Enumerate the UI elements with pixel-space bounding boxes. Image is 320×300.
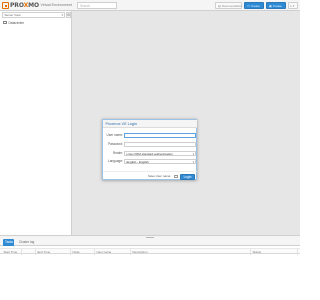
column-start-time[interactable]: Start Time	[2, 249, 22, 255]
realm-select-value: Linux PAM standard authentication	[126, 152, 173, 156]
language-select-value: English - English	[126, 160, 149, 164]
datacenter-icon	[3, 20, 7, 25]
cube-icon: ▣	[269, 4, 272, 8]
username-field[interactable]	[124, 133, 196, 138]
search-input[interactable]: Search	[77, 2, 117, 9]
realm-label: Realm:	[112, 151, 123, 155]
resource-tree-panel: Server View ▾ ⚙ Datacenter	[0, 11, 72, 235]
proxmox-logo-icon	[2, 2, 9, 9]
column-description[interactable]: Description	[131, 249, 251, 255]
logo-text-part1: PRO	[10, 2, 24, 9]
monitor-icon: ▭	[247, 4, 250, 8]
proxmox-logo: PROXMO Virtual Environment	[2, 2, 72, 9]
documentation-button-label: Documentation	[221, 4, 243, 8]
language-label: Language:	[107, 159, 123, 163]
language-row: Language: English - English ▾	[105, 158, 196, 165]
chevron-down-icon: ▾	[192, 160, 194, 164]
gear-icon[interactable]: ⚙	[66, 12, 71, 18]
column-status[interactable]: Status	[251, 249, 298, 255]
realm-row: Realm: Linux PAM standard authentication…	[105, 150, 196, 157]
user-icon: ●	[290, 4, 292, 8]
login-button[interactable]: Login	[180, 173, 195, 180]
chevron-down-icon: ▾	[192, 152, 194, 156]
logo-text: PROXMO	[10, 2, 39, 9]
column-blank[interactable]	[22, 249, 36, 255]
password-field[interactable]	[124, 142, 196, 147]
password-row: Password:	[105, 141, 196, 148]
user-menu-button[interactable]: ●▾	[288, 2, 298, 9]
book-icon: ▤	[218, 4, 221, 8]
tree-item-datacenter[interactable]: Datacenter	[3, 20, 24, 25]
column-end-time[interactable]: End Time	[36, 249, 71, 255]
view-selector-value: Server View	[4, 13, 21, 17]
log-tabs: Tasks Cluster log	[0, 238, 300, 246]
save-username-checkbox[interactable]	[174, 174, 178, 178]
chevron-down-icon: ▾	[61, 13, 63, 17]
create-ct-button[interactable]: ▣Create CT	[266, 2, 286, 14]
save-username-label: Save User name:	[148, 174, 172, 178]
documentation-button[interactable]: ▤Documentation	[215, 2, 242, 9]
password-label: Password:	[108, 142, 123, 146]
login-dialog-title: Proxmox VE Login	[103, 120, 197, 128]
tab-tasks[interactable]: Tasks	[3, 239, 14, 246]
log-panel: Tasks Cluster log Start Time End Time No…	[0, 238, 300, 300]
user-menu-chevron: ▾	[292, 4, 295, 8]
column-user-name[interactable]: User name	[95, 249, 131, 255]
username-row: User name:	[105, 132, 196, 139]
top-toolbar: PROXMO Virtual Environment Search ▤Docum…	[0, 0, 300, 14]
language-select[interactable]: English - English ▾	[124, 159, 196, 164]
column-node[interactable]: Node	[71, 249, 95, 255]
username-label: User name:	[106, 133, 123, 137]
tree-item-label: Datacenter	[8, 20, 25, 25]
realm-select[interactable]: Linux PAM standard authentication ▾	[124, 151, 196, 156]
logo-text-part3: MO	[28, 2, 40, 9]
product-subtitle: Virtual Environment	[40, 3, 72, 7]
tab-cluster-log[interactable]: Cluster log	[17, 239, 37, 246]
login-dialog-footer: Save User name: Login	[103, 171, 197, 180]
view-selector[interactable]: Server View ▾	[2, 12, 65, 18]
tasks-table-header: Start Time End Time Node User name Descr…	[0, 248, 300, 255]
create-vm-button[interactable]: ▭Create VM	[244, 2, 264, 14]
login-dialog: Proxmox VE Login User name: Password: Re…	[102, 119, 197, 180]
